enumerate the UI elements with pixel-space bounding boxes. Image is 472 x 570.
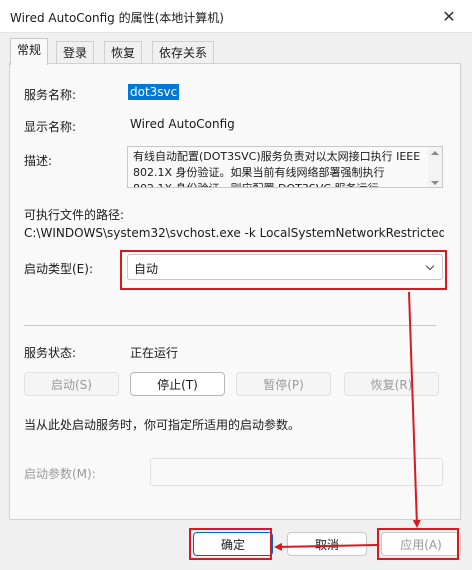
startup-type-dropdown[interactable]: 自动 — [127, 254, 443, 280]
description-scrollbar[interactable] — [428, 147, 442, 187]
cancel-button[interactable]: 取消 — [287, 532, 367, 556]
startup-type-label: 启动类型(E): — [24, 262, 93, 276]
close-icon: ✕ — [442, 7, 456, 26]
start-params-input[interactable] — [150, 458, 443, 486]
tab-bar: 常规 登录 恢复 依存关系 — [0, 33, 472, 65]
close-button[interactable]: ✕ — [426, 0, 472, 33]
start-params-label: 启动参数(M): — [24, 467, 96, 481]
scroll-up-icon[interactable] — [431, 151, 439, 155]
window-title: Wired AutoConfig 的属性(本地计算机) — [10, 11, 224, 25]
service-name-value[interactable]: dot3svc — [128, 84, 180, 100]
display-name-value[interactable]: Wired AutoConfig — [130, 117, 235, 131]
start-params-hint: 当从此处启动服务时，你可指定所适用的启动参数。 — [24, 418, 301, 432]
apply-button[interactable]: 应用(A) — [381, 532, 461, 556]
description-text: 有线自动配置(DOT3SVC)服务负责对以太网接口执行 IEEE 802.1X … — [133, 150, 421, 187]
title-bar: Wired AutoConfig 的属性(本地计算机) ✕ — [0, 0, 472, 33]
display-name-label: 显示名称: — [24, 120, 77, 134]
tab-logon[interactable]: 登录 — [56, 41, 95, 64]
separator — [24, 325, 436, 326]
description-label: 描述: — [24, 154, 53, 168]
chevron-down-icon — [425, 261, 435, 271]
pause-button[interactable]: 暂停(P) — [236, 372, 331, 396]
start-button[interactable]: 启动(S) — [24, 372, 119, 396]
stop-button[interactable]: 停止(T) — [130, 372, 225, 396]
tab-recovery[interactable]: 恢复 — [104, 41, 143, 64]
resume-button[interactable]: 恢复(R) — [344, 372, 439, 396]
tab-general[interactable]: 常规 — [10, 38, 49, 65]
description-box[interactable]: 有线自动配置(DOT3SVC)服务负责对以太网接口执行 IEEE 802.1X … — [127, 146, 443, 188]
ok-button[interactable]: 确定 — [193, 532, 273, 556]
startup-type-value: 自动 — [134, 262, 159, 276]
service-status-label: 服务状态: — [24, 346, 77, 360]
tab-dependencies[interactable]: 依存关系 — [152, 41, 215, 64]
exe-path-value[interactable]: C:\WINDOWS\system32\svchost.exe -k Local… — [24, 226, 444, 240]
service-name-label: 服务名称: — [24, 88, 77, 102]
exe-path-label: 可执行文件的路径: — [24, 208, 125, 222]
scroll-down-icon[interactable] — [431, 181, 439, 185]
service-status-value: 正在运行 — [130, 346, 179, 360]
general-panel — [9, 63, 461, 520]
